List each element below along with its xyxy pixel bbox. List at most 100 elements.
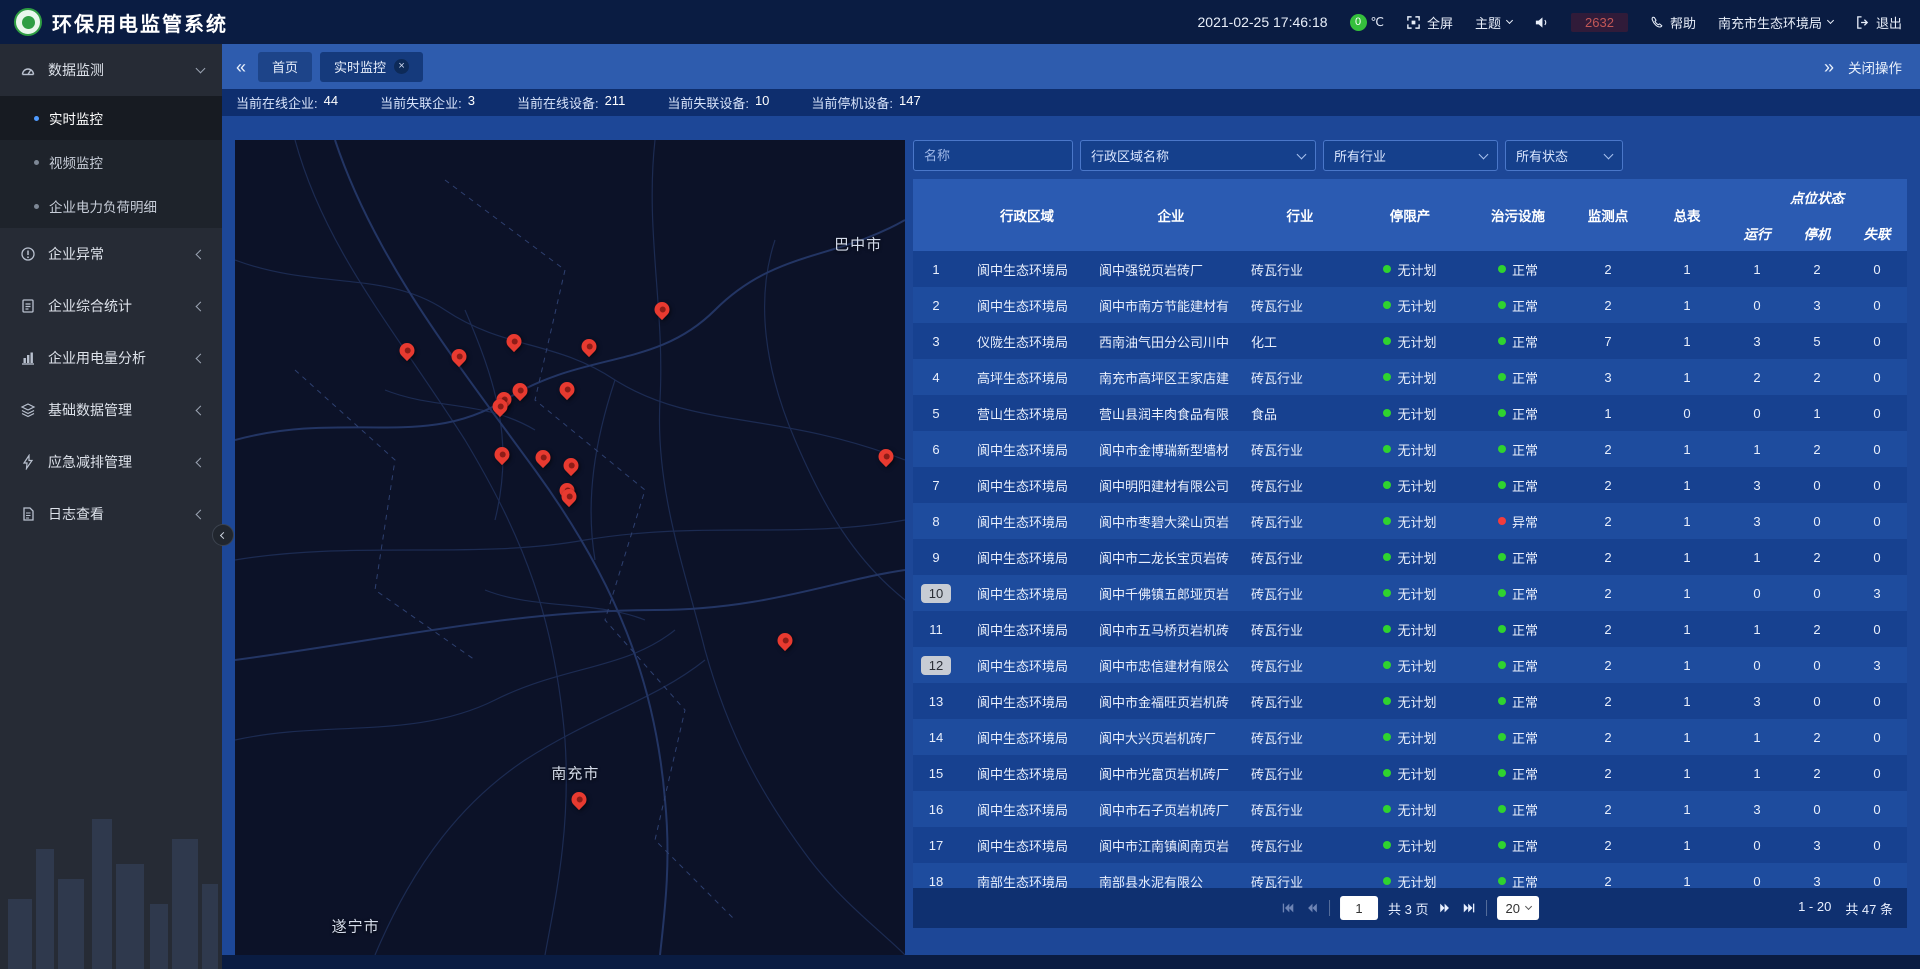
sidebar-subitem-realtime-monitor[interactable]: 实时监控	[0, 96, 222, 140]
map-pin[interactable]	[513, 383, 528, 398]
sidebar-item-log-view[interactable]: 日志查看	[0, 488, 222, 540]
cell-offline: 0	[1847, 694, 1907, 709]
table-row[interactable]: 9阆中生态环境局阆中市二龙长宝页岩砖砖瓦行业无计划正常21120	[913, 539, 1907, 575]
sidebar-subitem-video-monitor[interactable]: 视频监控	[0, 140, 222, 184]
alarm-count[interactable]: 2632	[1571, 13, 1628, 32]
tabs-scroll-right-icon[interactable]: »	[1824, 58, 1834, 76]
row-index: 11	[929, 622, 943, 637]
sidebar-item-power-analysis[interactable]: 企业用电量分析	[0, 332, 222, 384]
table-row[interactable]: 18南部生态环境局南部县水泥有限公砖瓦行业无计划正常21030	[913, 863, 1907, 888]
map-pin[interactable]	[564, 458, 579, 473]
cell-industry: 砖瓦行业	[1247, 728, 1353, 747]
sidebar-item-emergency-reduction[interactable]: 应急减排管理	[0, 436, 222, 488]
speaker-icon[interactable]	[1534, 15, 1549, 30]
cell-treatment: 正常	[1467, 584, 1569, 603]
status-text: 正常	[1512, 800, 1538, 819]
map-pin[interactable]	[495, 447, 510, 462]
next-page-button[interactable]	[1439, 901, 1453, 915]
cell-meter: 1	[1647, 658, 1727, 673]
sidebar-item-enterprise-statistics[interactable]: 企业综合统计	[0, 280, 222, 332]
table-row[interactable]: 13阆中生态环境局阆中市金福旺页岩机砖砖瓦行业无计划正常21300	[913, 683, 1907, 719]
tab-realtime-monitor[interactable]: 实时监控×	[320, 52, 423, 82]
table-row[interactable]: 12阆中生态环境局阆中市忠信建材有限公砖瓦行业无计划正常21003	[913, 647, 1907, 683]
row-index: 12	[921, 656, 951, 675]
status-dot-icon	[1498, 517, 1506, 525]
name-filter-input[interactable]	[913, 140, 1073, 171]
page-number-input[interactable]	[1340, 896, 1378, 920]
table-row[interactable]: 8阆中生态环境局阆中市枣碧大梁山页岩砖瓦行业无计划异常21300	[913, 503, 1907, 539]
status-dot-icon	[1383, 445, 1391, 453]
map-pin[interactable]	[879, 449, 894, 464]
cell-limit: 无计划	[1353, 404, 1467, 423]
page-size-select[interactable]: 20	[1498, 896, 1539, 920]
table-row[interactable]: 15阆中生态环境局阆中市光富页岩机砖厂砖瓦行业无计划正常21120	[913, 755, 1907, 791]
table-row[interactable]: 6阆中生态环境局阆中市金博瑞新型墙材砖瓦行业无计划正常21120	[913, 431, 1907, 467]
cell-industry: 砖瓦行业	[1247, 440, 1353, 459]
map-pin[interactable]	[493, 399, 508, 414]
theme-dropdown[interactable]: 主题	[1475, 13, 1512, 32]
cell-monitor: 3	[1569, 370, 1647, 385]
prev-page-button[interactable]	[1305, 901, 1319, 915]
header-index	[913, 179, 959, 251]
close-operations-button[interactable]: 关闭操作	[1848, 57, 1902, 77]
cell-run: 3	[1727, 478, 1787, 493]
industry-filter-select[interactable]: 所有行业	[1323, 140, 1498, 171]
map-panel[interactable]: 巴中市南充市遂宁市	[235, 140, 905, 955]
table-row[interactable]: 3仪陇生态环境局西南油气田分公司川中化工无计划正常71350	[913, 323, 1907, 359]
org-label: 南充市生态环境局	[1718, 13, 1822, 32]
report-icon	[20, 298, 36, 314]
sidebar-item-data-monitoring[interactable]: 数据监测	[0, 44, 222, 96]
map-pin[interactable]	[572, 792, 587, 807]
map-city-label: 南充市	[551, 763, 599, 784]
cell-monitor: 2	[1569, 730, 1647, 745]
cell-run: 3	[1727, 802, 1787, 817]
table-row[interactable]: 11阆中生态环境局阆中市五马桥页岩机砖砖瓦行业无计划正常21120	[913, 611, 1907, 647]
table-row[interactable]: 5营山生态环境局营山县润丰肉食品有限食品无计划正常10010	[913, 395, 1907, 431]
map-pin[interactable]	[535, 450, 550, 465]
first-page-button[interactable]	[1281, 901, 1295, 915]
table-row[interactable]: 16阆中生态环境局阆中市石子页岩机砖厂砖瓦行业无计划正常21300	[913, 791, 1907, 827]
org-dropdown[interactable]: 南充市生态环境局	[1718, 13, 1833, 32]
sidebar-item-enterprise-abnormal[interactable]: 企业异常	[0, 228, 222, 280]
sidebar-subitem-power-load-detail[interactable]: 企业电力负荷明细	[0, 184, 222, 228]
status-dot-icon	[1383, 589, 1391, 597]
close-icon[interactable]: ×	[394, 59, 409, 74]
table-row[interactable]: 2阆中生态环境局阆中市南方节能建材有砖瓦行业无计划正常21030	[913, 287, 1907, 323]
sidebar-collapse-toggle[interactable]	[212, 524, 234, 546]
layers-icon	[20, 402, 36, 418]
tab-home[interactable]: 首页	[258, 52, 312, 82]
status-dot-icon	[1383, 625, 1391, 633]
bullet-icon	[34, 160, 39, 165]
map-pin[interactable]	[654, 302, 669, 317]
map-pin[interactable]	[400, 343, 415, 358]
map-pin[interactable]	[560, 382, 575, 397]
sidebar-item-base-data[interactable]: 基础数据管理	[0, 384, 222, 436]
map-pin[interactable]	[507, 334, 522, 349]
fullscreen-button[interactable]: 全屏	[1406, 13, 1453, 32]
map-pin[interactable]	[581, 339, 596, 354]
map-pin[interactable]	[562, 489, 577, 504]
cell-offline: 0	[1847, 478, 1907, 493]
map-pin[interactable]	[452, 349, 467, 364]
table-row[interactable]: 7阆中生态环境局阆中明阳建材有限公司砖瓦行业无计划正常21300	[913, 467, 1907, 503]
map-pin[interactable]	[778, 633, 793, 648]
table-row[interactable]: 10阆中生态环境局阆中千佛镇五郎垭页岩砖瓦行业无计划正常21003	[913, 575, 1907, 611]
table-row[interactable]: 4高坪生态环境局南充市高坪区王家店建砖瓦行业无计划正常31220	[913, 359, 1907, 395]
status-dot-icon	[1498, 409, 1506, 417]
cell-treatment: 正常	[1467, 332, 1569, 351]
cell-offline: 0	[1847, 298, 1907, 313]
table-row[interactable]: 14阆中生态环境局阆中大兴页岩机砖厂砖瓦行业无计划正常21120	[913, 719, 1907, 755]
table-row[interactable]: 17阆中生态环境局阆中市江南镇阆南页岩砖瓦行业无计划正常21030	[913, 827, 1907, 863]
logout-button[interactable]: 退出	[1855, 13, 1902, 32]
cell-index: 16	[913, 802, 959, 817]
menu-label: 数据监测	[48, 60, 185, 80]
cell-industry: 砖瓦行业	[1247, 548, 1353, 567]
region-filter-select[interactable]: 行政区域名称	[1080, 140, 1316, 171]
tabs-scroll-left-icon[interactable]: «	[236, 58, 246, 76]
cell-meter: 1	[1647, 802, 1727, 817]
help-button[interactable]: 帮助	[1650, 13, 1696, 32]
cell-meter: 1	[1647, 622, 1727, 637]
status-filter-select[interactable]: 所有状态	[1505, 140, 1623, 171]
table-row[interactable]: 1阆中生态环境局阆中强锐页岩砖厂砖瓦行业无计划正常21120	[913, 251, 1907, 287]
last-page-button[interactable]	[1463, 901, 1477, 915]
